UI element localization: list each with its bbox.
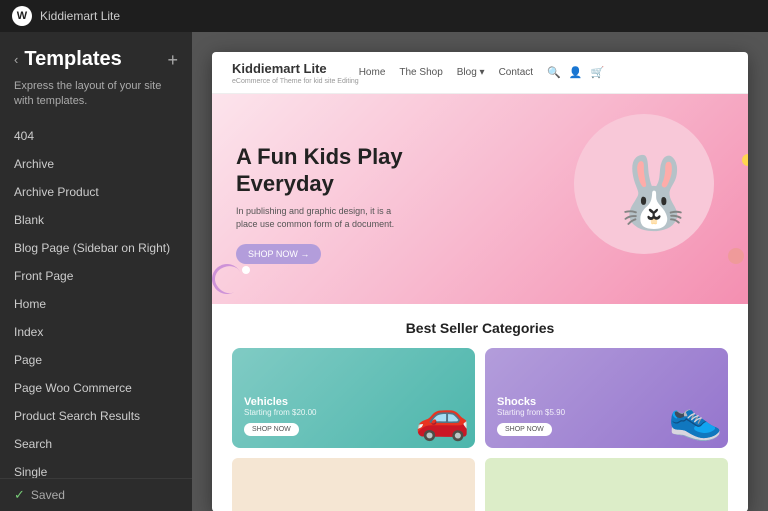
- cat-shocks-price: Starting from $5.90: [497, 408, 716, 417]
- categories-section: Best Seller Categories Vehicles Starting…: [212, 304, 748, 511]
- nav-contact[interactable]: Contact: [499, 67, 533, 78]
- category-card-shocks[interactable]: Shocks Starting from $5.90 SHOP NOW 👟: [485, 348, 728, 448]
- sidebar-item[interactable]: Blog Page (Sidebar on Right): [0, 234, 192, 262]
- cat-vehicles-btn[interactable]: SHOP NOW: [244, 423, 299, 436]
- sidebar: ‹ Templates + Express the layout of your…: [0, 32, 192, 511]
- saved-label: Saved: [31, 488, 65, 502]
- sidebar-add-button[interactable]: +: [167, 51, 178, 69]
- sidebar-item[interactable]: Page Woo Commerce: [0, 374, 192, 402]
- deco-circle-white: [242, 266, 250, 274]
- hero-content: A Fun Kids Play Everyday In publishing a…: [236, 144, 544, 264]
- site-nav: Kiddiemart Lite eCommerce of Theme for k…: [212, 52, 748, 94]
- site-nav-links: Home The Shop Blog ▾ Contact: [359, 67, 533, 78]
- user-icon[interactable]: 👤: [569, 66, 583, 79]
- sidebar-item[interactable]: Search: [0, 430, 192, 458]
- wp-logo: W: [12, 6, 32, 26]
- category-card-vehicles[interactable]: Vehicles Starting from $20.00 SHOP NOW 🚗: [232, 348, 475, 448]
- sidebar-header: ‹ Templates +: [0, 32, 192, 79]
- topbar-title: Kiddiemart Lite: [40, 9, 120, 23]
- sidebar-item[interactable]: Index: [0, 318, 192, 346]
- hero-section: A Fun Kids Play Everyday In publishing a…: [212, 94, 748, 304]
- categories-title: Best Seller Categories: [232, 320, 728, 336]
- deco-purple-arc: [212, 259, 247, 300]
- deco-circle-yellow: [742, 154, 748, 166]
- sidebar-item[interactable]: Blank: [0, 206, 192, 234]
- search-icon[interactable]: 🔍: [547, 66, 561, 79]
- deco-circle-pink: [728, 248, 744, 264]
- cat-vehicles-title: Vehicles: [244, 396, 463, 408]
- mini-card-2: [485, 458, 728, 511]
- sidebar-item[interactable]: Product Search Results: [0, 402, 192, 430]
- preview-area: Kiddiemart Lite eCommerce of Theme for k…: [192, 32, 768, 511]
- hero-cta-button[interactable]: SHOP NOW →: [236, 244, 321, 264]
- cart-icon[interactable]: 🛒: [590, 66, 604, 79]
- sidebar-item[interactable]: Single: [0, 458, 192, 478]
- sidebar-title: Templates: [24, 48, 167, 71]
- sidebar-item[interactable]: Front Page: [0, 262, 192, 290]
- hero-image-area: 🐰: [544, 124, 724, 284]
- cat-shocks-btn[interactable]: SHOP NOW: [497, 423, 552, 436]
- main-layout: ‹ Templates + Express the layout of your…: [0, 32, 768, 511]
- sidebar-description: Express the layout of your site with tem…: [0, 79, 192, 122]
- cat-shocks-title: Shocks: [497, 396, 716, 408]
- mini-card-1: [232, 458, 475, 511]
- sidebar-item[interactable]: Archive Product: [0, 178, 192, 206]
- site-nav-icons: 🔍 👤 🛒: [547, 66, 604, 79]
- cat-vehicles-price: Starting from $20.00: [244, 408, 463, 417]
- nav-home[interactable]: Home: [359, 67, 386, 78]
- sidebar-item[interactable]: 404: [0, 122, 192, 150]
- sidebar-item[interactable]: Archive: [0, 150, 192, 178]
- site-logo: Kiddiemart Lite eCommerce of Theme for k…: [232, 60, 359, 85]
- nav-shop[interactable]: The Shop: [399, 67, 442, 78]
- site-logo-tagline: eCommerce of Theme for kid site Editing: [232, 78, 359, 85]
- hero-title: A Fun Kids Play Everyday: [236, 144, 544, 197]
- categories-grid: Vehicles Starting from $20.00 SHOP NOW 🚗…: [232, 348, 728, 448]
- sidebar-back-icon[interactable]: ‹: [14, 52, 18, 67]
- more-categories: [232, 458, 728, 511]
- sidebar-item[interactable]: Page: [0, 346, 192, 374]
- sidebar-footer: ✓ Saved: [0, 478, 192, 511]
- hero-bunny-image: 🐰: [604, 124, 704, 264]
- saved-check-icon: ✓: [14, 487, 25, 503]
- nav-blog[interactable]: Blog ▾: [457, 67, 485, 78]
- hero-description: In publishing and graphic design, it is …: [236, 205, 396, 232]
- sidebar-list: 404ArchiveArchive ProductBlankBlog Page …: [0, 122, 192, 478]
- topbar: W Kiddiemart Lite: [0, 0, 768, 32]
- sidebar-item[interactable]: Home: [0, 290, 192, 318]
- site-preview: Kiddiemart Lite eCommerce of Theme for k…: [212, 52, 748, 511]
- site-logo-text: Kiddiemart Lite: [232, 61, 327, 76]
